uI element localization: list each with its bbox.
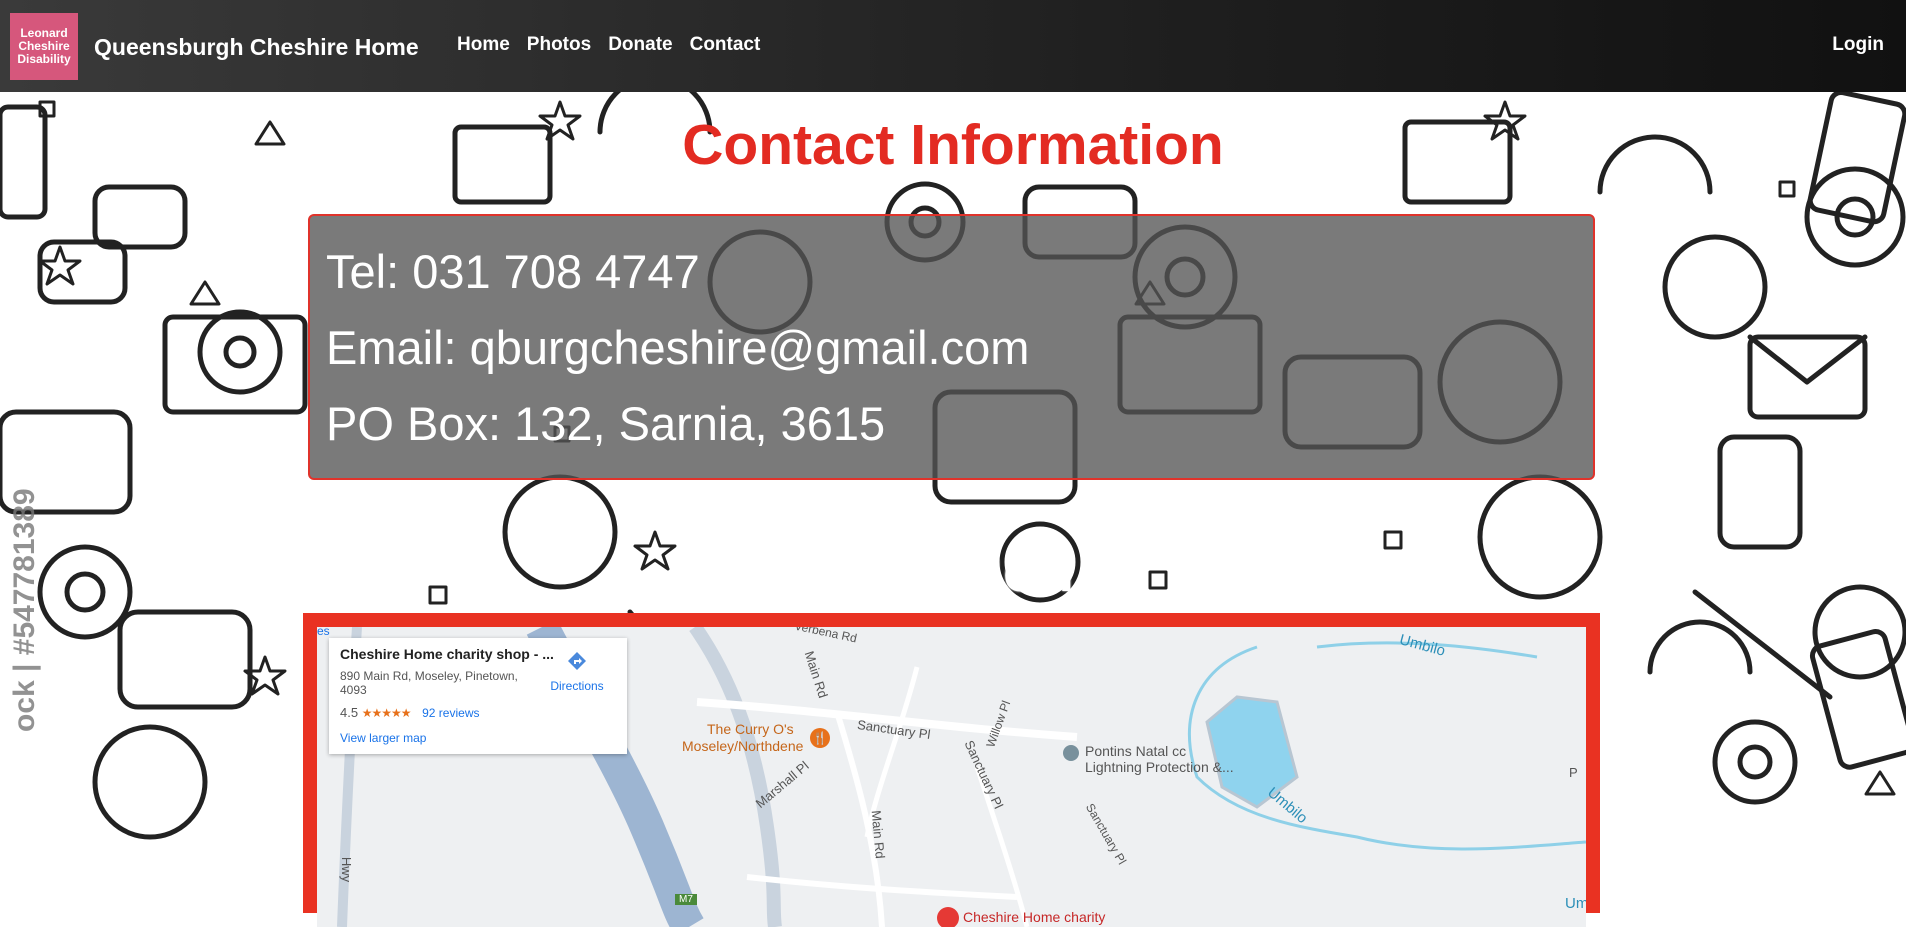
gear-icon xyxy=(197,309,283,395)
contact-email[interactable]: Email: qburgcheshire@gmail.com xyxy=(326,320,1029,375)
map-label-hwy: Hwy xyxy=(339,856,355,883)
place-rating: 4.5 ★★★★★ 92 reviews xyxy=(340,705,479,720)
page-title: Contact Information xyxy=(682,113,1224,177)
leonard-cheshire-logo[interactable]: Leonard Cheshire Disability xyxy=(10,13,78,80)
nav-contact[interactable]: Contact xyxy=(690,34,761,56)
contact-info-box: Tel: 031 708 4747 Email: qburgcheshire@g… xyxy=(308,214,1595,480)
contact-tel[interactable]: Tel: 031 708 4747 xyxy=(326,244,700,299)
envelope-icon xyxy=(1747,334,1868,385)
nav-home[interactable]: Home xyxy=(457,34,510,56)
directions-icon xyxy=(568,652,586,670)
restaurant-pin-icon[interactable]: 🍴 xyxy=(810,728,830,748)
map-label-umbilo-3: Um xyxy=(1565,895,1586,912)
navbar: Leonard Cheshire Disability Queensburgh … xyxy=(0,0,1906,92)
chat-bubble-icon xyxy=(1717,434,1803,550)
rating-stars: ★★★★★ xyxy=(361,706,412,720)
contact-po-box: PO Box: 132, Sarnia, 3615 xyxy=(326,397,886,450)
reviews-link[interactable]: 92 reviews xyxy=(422,706,479,720)
map-label-curry-2: Moseley/Northdene xyxy=(682,738,804,754)
map-frame: es Verbena Rd Main Rd Main Rd Sanctuary … xyxy=(303,613,1600,927)
phone-icon xyxy=(1809,629,1906,770)
brand-name[interactable]: Queensburgh Cheshire Home xyxy=(94,34,419,61)
stock-watermark: ock | #547781389 xyxy=(8,488,41,732)
nav-links: Home Photos Donate Contact xyxy=(457,34,777,56)
gear-icon xyxy=(1712,719,1798,805)
map-label-pontins-2: Lightning Protection &... xyxy=(1085,759,1234,775)
view-larger-map-link[interactable]: View larger map xyxy=(340,731,426,745)
location-pin-icon[interactable] xyxy=(937,907,959,927)
nav-donate[interactable]: Donate xyxy=(608,34,672,56)
embedded-map[interactable]: es Verbena Rd Main Rd Main Rd Sanctuary … xyxy=(317,627,1586,927)
location-heading: Location xyxy=(832,539,1074,604)
rating-value: 4.5 xyxy=(340,705,359,720)
directions-label: Directions xyxy=(550,679,604,693)
chat-bubble-icon xyxy=(92,184,188,250)
map-info-card: Cheshire Home charity shop - ... 890 Mai… xyxy=(329,638,627,754)
logo-line-3: Disability xyxy=(17,52,71,66)
map-label-p: P xyxy=(1569,765,1578,780)
nav-photos[interactable]: Photos xyxy=(527,34,591,56)
map-label-curry-1: The Curry O's xyxy=(707,721,794,737)
map-label-cheshire: Cheshire Home charity xyxy=(963,909,1106,925)
place-address: 890 Main Rd, Moseley, Pinetown, 4093 xyxy=(340,669,518,697)
headset-icon xyxy=(1647,619,1753,675)
smiley-icon xyxy=(92,724,208,840)
chat-bubble-icon xyxy=(117,609,253,710)
map-label-pontins-1: Pontins Natal cc xyxy=(1085,743,1187,759)
login-link[interactable]: Login xyxy=(1832,34,1884,56)
question-icon xyxy=(1662,234,1768,340)
place-pin-icon[interactable] xyxy=(1063,745,1079,761)
place-title: Cheshire Home charity shop - ... xyxy=(340,646,554,662)
directions-button[interactable]: Directions xyxy=(547,650,607,693)
wrench-icon xyxy=(1692,589,1833,700)
map-label-m7: M7 xyxy=(675,894,697,905)
map-label-es: es xyxy=(317,627,330,638)
